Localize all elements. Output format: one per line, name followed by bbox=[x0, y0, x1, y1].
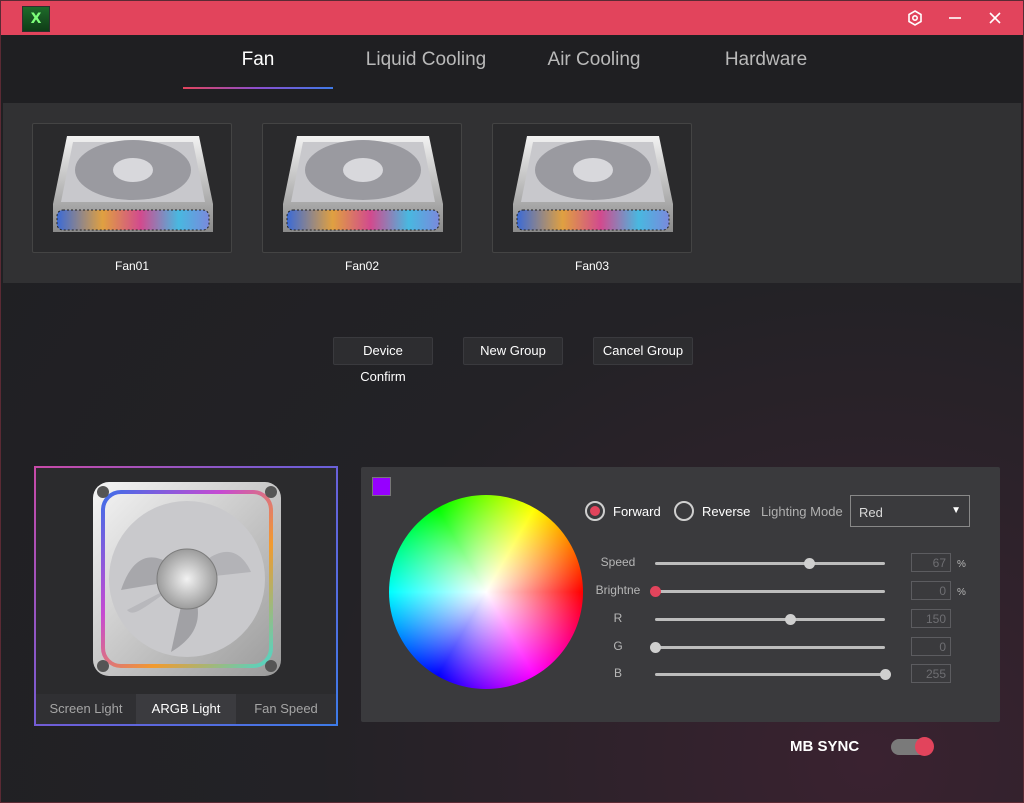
slider-label: Speed bbox=[600, 555, 636, 569]
tab-fan[interactable]: Fan bbox=[183, 49, 333, 79]
brightness-slider[interactable] bbox=[650, 586, 885, 597]
unit-label: % bbox=[957, 587, 966, 598]
fan-thumbnail-icon bbox=[283, 136, 443, 232]
forward-label: Forward bbox=[613, 503, 661, 519]
device-name: Fan02 bbox=[344, 259, 380, 273]
g-slider[interactable] bbox=[650, 642, 885, 653]
app-window: X Fan Liquid Cooling Air Cooling Hardwar… bbox=[0, 0, 1024, 803]
lighting-mode-value: Red bbox=[859, 505, 883, 520]
tab-liquid-cooling[interactable]: Liquid Cooling bbox=[351, 49, 501, 79]
b-slider[interactable] bbox=[655, 669, 891, 680]
slider-label: B bbox=[613, 666, 622, 680]
active-tab-indicator bbox=[183, 87, 333, 89]
device-tile[interactable] bbox=[492, 123, 692, 253]
preview-mode-tabs: Screen Light ARGB Light Fan Speed bbox=[36, 694, 336, 724]
cancel-group-button[interactable]: Cancel Group bbox=[593, 337, 693, 365]
device-tile[interactable] bbox=[32, 123, 232, 253]
tab-fan-speed[interactable]: Fan Speed bbox=[236, 694, 336, 724]
b-slider-row: B 255 bbox=[583, 664, 993, 684]
device-card-fan01: Fan01 bbox=[32, 123, 232, 273]
device-card-fan02: Fan02 bbox=[262, 123, 462, 273]
tab-argb-light[interactable]: ARGB Light bbox=[136, 694, 236, 724]
slider-label: R bbox=[613, 611, 623, 625]
r-slider-row: R 150 bbox=[583, 609, 993, 629]
fan-preview-panel: Screen Light ARGB Light Fan Speed bbox=[34, 466, 338, 726]
slider-thumb[interactable] bbox=[785, 614, 797, 625]
slider-thumb[interactable] bbox=[650, 586, 661, 597]
slider-thumb[interactable] bbox=[804, 558, 816, 569]
b-value[interactable]: 255 bbox=[911, 664, 951, 683]
forward-radio[interactable]: Forward bbox=[585, 501, 661, 521]
close-icon[interactable] bbox=[981, 5, 1009, 31]
speed-slider-row: Speed 67 % bbox=[583, 553, 993, 573]
unit-label: % bbox=[957, 559, 966, 570]
fan-thumbnail-icon bbox=[513, 136, 673, 232]
mb-sync-toggle[interactable] bbox=[891, 737, 934, 756]
r-slider[interactable] bbox=[655, 614, 885, 625]
lighting-mode-select[interactable]: Red ▼ bbox=[850, 495, 970, 527]
device-tile[interactable] bbox=[262, 123, 462, 253]
fan-thumbnail-icon bbox=[53, 136, 213, 232]
slider-label: G bbox=[613, 639, 623, 653]
mb-sync-label: MB SYNC bbox=[790, 738, 860, 755]
brightness-value[interactable]: 0 bbox=[911, 581, 951, 600]
app-logo-icon: X bbox=[22, 6, 50, 32]
slider-thumb[interactable] bbox=[650, 642, 661, 653]
tab-hardware[interactable]: Hardware bbox=[691, 49, 841, 79]
tab-air-cooling[interactable]: Air Cooling bbox=[519, 49, 669, 79]
slider-thumb[interactable] bbox=[880, 669, 891, 680]
brightness-slider-row: Brightne 0 % bbox=[583, 581, 993, 601]
fan-preview-icon bbox=[93, 482, 281, 676]
reverse-radio[interactable]: Reverse bbox=[674, 501, 750, 521]
g-value[interactable]: 0 bbox=[911, 637, 951, 656]
slider-label: Brightne bbox=[595, 583, 641, 597]
lighting-control-panel: Forward Reverse Lighting Mode Red ▼ Spee… bbox=[361, 467, 1000, 722]
radio-unselected-icon bbox=[674, 501, 694, 521]
toggle-knob bbox=[915, 737, 934, 756]
device-name: Fan01 bbox=[114, 259, 150, 273]
device-name: Fan03 bbox=[574, 259, 610, 273]
speed-slider[interactable] bbox=[655, 558, 885, 569]
device-card-fan03: Fan03 bbox=[492, 123, 692, 273]
speed-value[interactable]: 67 bbox=[911, 553, 951, 572]
radio-selected-icon bbox=[585, 501, 605, 521]
reverse-label: Reverse bbox=[702, 503, 751, 519]
settings-icon[interactable] bbox=[901, 5, 929, 31]
tab-screen-light[interactable]: Screen Light bbox=[36, 694, 136, 724]
new-group-button[interactable]: New Group bbox=[463, 337, 563, 365]
device-confirm-button[interactable]: Device Confirm bbox=[333, 337, 433, 384]
g-slider-row: G 0 bbox=[583, 637, 993, 657]
title-bar: X bbox=[1, 1, 1023, 35]
main-nav: Fan Liquid Cooling Air Cooling Hardware bbox=[1, 35, 1023, 103]
color-wheel[interactable] bbox=[389, 495, 583, 689]
lighting-mode-label: Lighting Mode bbox=[761, 504, 843, 519]
minimize-icon[interactable] bbox=[941, 5, 969, 31]
device-strip: Fan01 Fan02 Fan03 bbox=[3, 103, 1021, 283]
r-value[interactable]: 150 bbox=[911, 609, 951, 628]
dropdown-caret-icon: ▼ bbox=[951, 505, 961, 516]
selected-color-swatch[interactable] bbox=[372, 477, 391, 496]
